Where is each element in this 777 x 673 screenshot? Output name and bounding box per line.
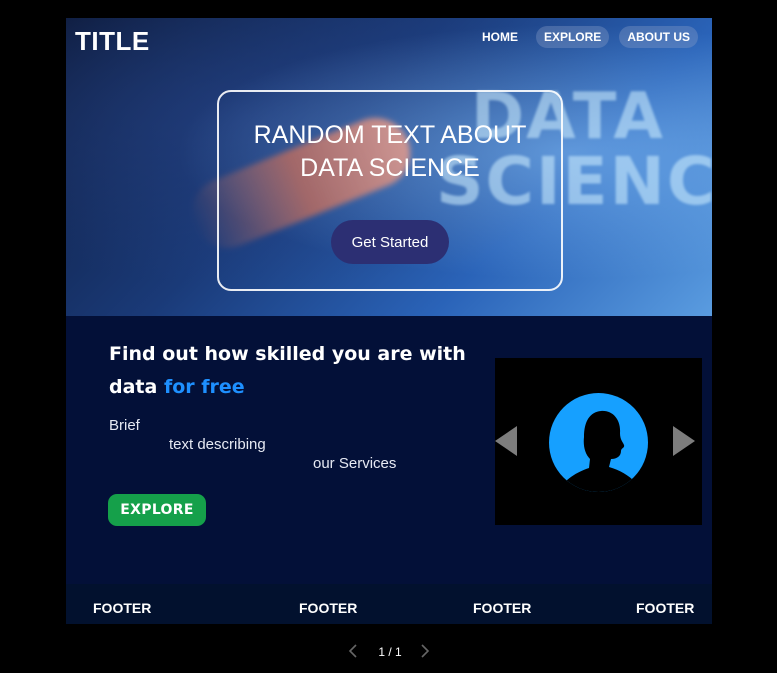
triangle-left-icon[interactable] [495,426,517,456]
image-carousel [495,358,702,525]
hero-heading-line1: RANDOM TEXT ABOUT [253,121,527,149]
services-headline-accent: for free [163,376,245,398]
triangle-right-icon[interactable] [673,426,695,456]
services-headline-text: Find out how skilled you are with [109,343,466,365]
services-description-line: our Services [313,455,397,472]
services-headline: Find out how skilled you are with data f… [109,338,489,404]
hero-heading-line2: DATA SCIENCE [300,154,480,182]
page-frame: DATA SCIENCE TITLE HOME EXPLORE ABOUT US… [66,18,712,624]
services-description-line: Brief [109,417,140,434]
person-silhouette-icon [549,393,648,492]
footer-link[interactable]: FOOTER [473,600,531,616]
hero-callout-box: RANDOM TEXT ABOUT DATA SCIENCE Get Start… [217,90,563,291]
nav-explore-link[interactable]: EXPLORE [535,26,610,48]
page-pager: 1 / 1 [345,641,435,663]
footer-link[interactable]: FOOTER [93,600,151,616]
services-headline-text: data [109,376,158,398]
services-description-line: text describing [169,436,266,453]
chevron-right-icon[interactable] [415,642,433,660]
top-nav: HOME EXPLORE ABOUT US [474,26,698,48]
get-started-button[interactable]: Get Started [331,220,449,264]
hero-heading: RANDOM TEXT ABOUT DATA SCIENCE [219,119,561,185]
site-title: TITLE [75,26,150,56]
nav-about-us-link[interactable]: ABOUT US [619,26,698,48]
site-footer: FOOTER FOOTER FOOTER FOOTER [66,584,712,624]
hero-section: DATA SCIENCE TITLE HOME EXPLORE ABOUT US… [66,18,712,316]
explore-button[interactable]: EXPLORE [108,494,206,526]
services-section: Find out how skilled you are with data f… [66,316,712,584]
footer-link[interactable]: FOOTER [636,600,694,616]
nav-home-link[interactable]: HOME [474,26,526,48]
footer-link[interactable]: FOOTER [299,600,357,616]
